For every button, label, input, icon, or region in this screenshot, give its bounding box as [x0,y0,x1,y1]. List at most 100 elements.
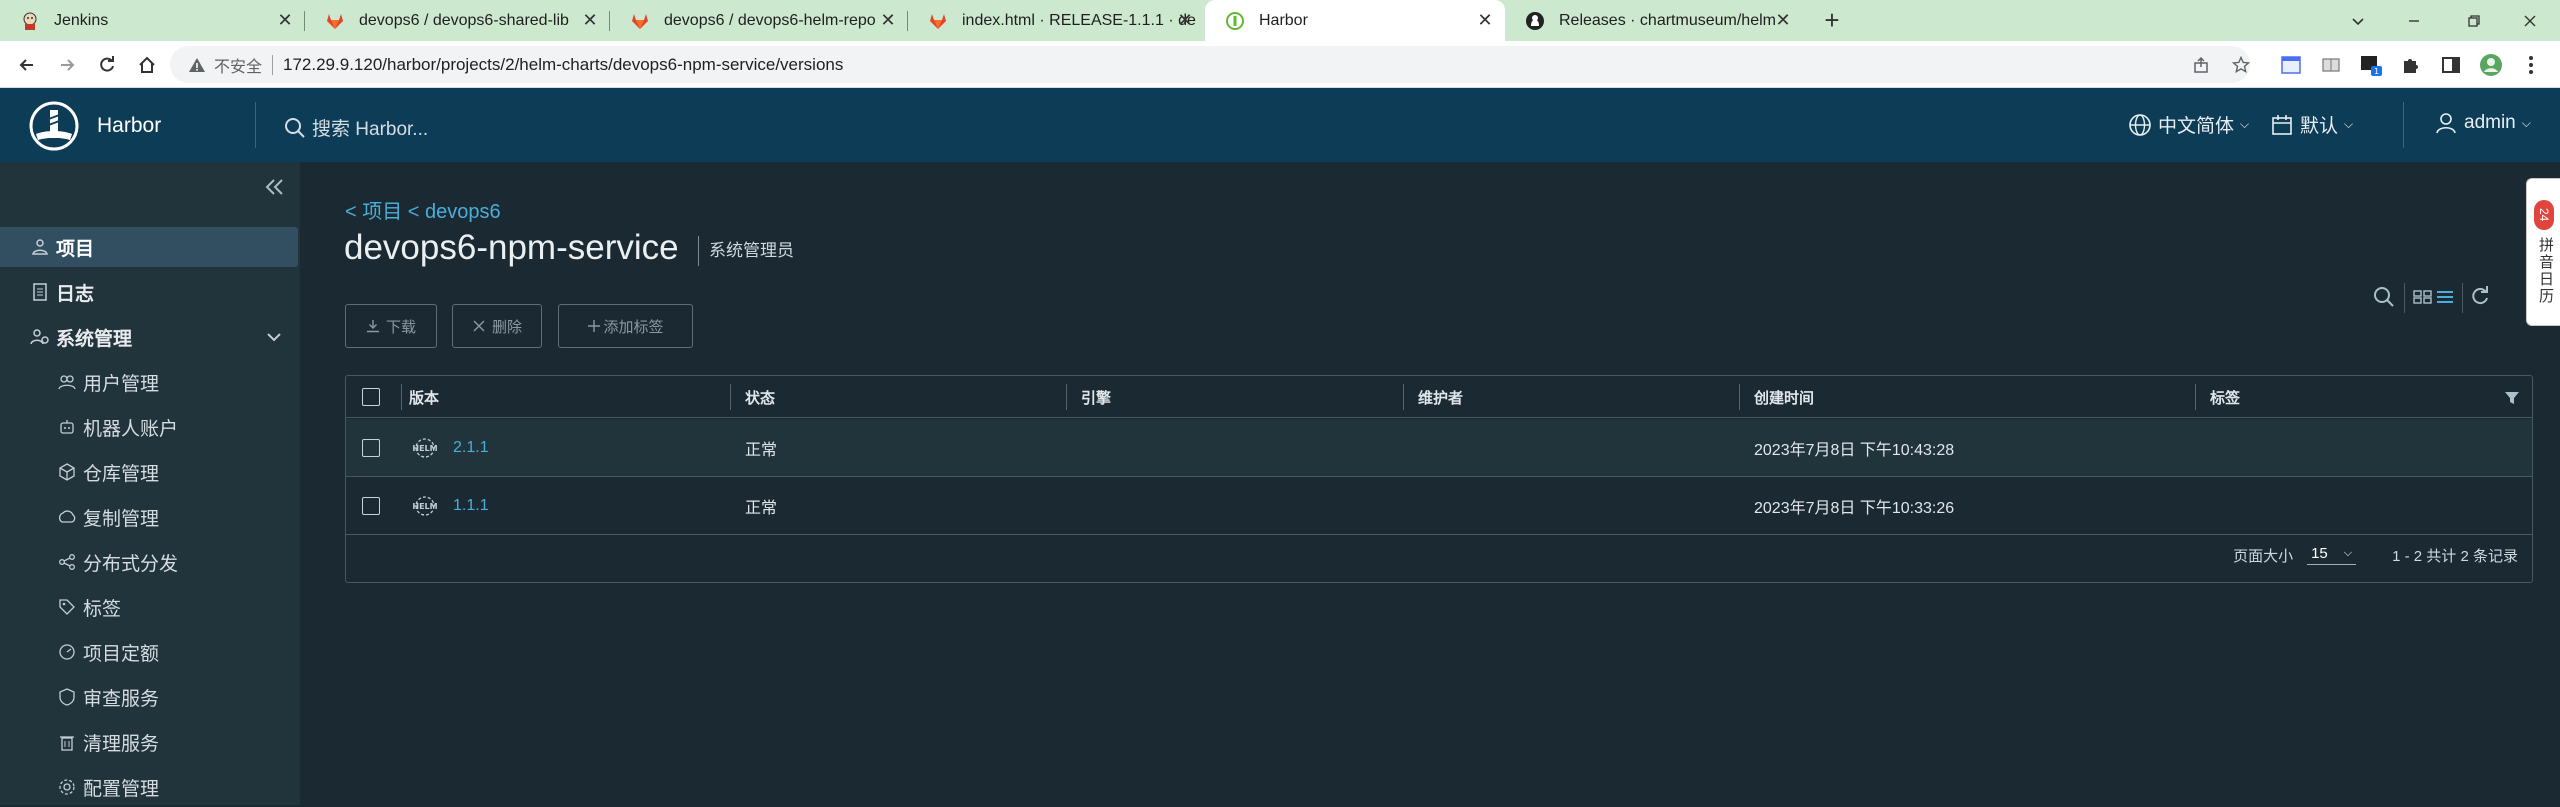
restore-icon[interactable] [2444,0,2504,41]
harbor-header: Harbor 搜索 Harbor... 中文简体 ⌵ 默认 ⌵ admin ⌵ [0,88,2560,162]
browser-tab-index-html[interactable]: index.html · RELEASE-1.1.1 · de ✕ [908,0,1205,41]
browser-tab-helm-repo[interactable]: devops6 / devops6-helm-repo ✕ [610,0,908,41]
sidebar-item-labels[interactable]: 标签 [0,587,300,627]
date-format-label: 默认 [2300,116,2339,137]
browser-menu-icon[interactable] [2518,52,2544,78]
sidebar-item-projects[interactable]: 项目 [0,227,298,267]
close-icon[interactable]: ✕ [580,10,600,30]
breadcrumb[interactable]: < 项目 < devops6 [345,195,501,224]
add-label-button[interactable]: 添加标签 [558,304,693,348]
sidebar-item-replications[interactable]: 复制管理 [0,497,300,537]
sidebar-item-robot-accounts[interactable]: 机器人账户 [0,407,300,447]
browser-tab-harbor[interactable]: Harbor ✕ [1205,0,1505,41]
url-text[interactable]: 172.29.9.120/harbor/projects/2/helm-char… [283,55,843,75]
close-icon[interactable]: ✕ [1475,10,1495,30]
delete-label: 删除 [491,318,522,336]
sidebar-item-label: 清理服务 [83,733,160,755]
sidebar-item-interrogation-services[interactable]: 审查服务 [0,677,300,717]
page-size-select[interactable]: 15 ⌵ [2307,545,2357,565]
robot-icon [57,417,77,437]
browser-tab-jenkins[interactable]: Jenkins ✕ [0,0,305,41]
extension-reader-icon[interactable] [2318,52,2344,78]
address-bar[interactable]: 不安全 172.29.9.120/harbor/projects/2/helm-… [170,46,2250,83]
sidebar-item-registries[interactable]: 仓库管理 [0,452,300,492]
home-icon[interactable] [132,50,162,80]
new-tab-button[interactable]: + [1818,7,1846,35]
chevron-down-icon[interactable] [264,327,284,347]
app-name[interactable]: Harbor [97,114,161,138]
column-divider [1739,384,1740,410]
browser-tab-shared-lib[interactable]: devops6 / devops6-shared-lib ✕ [305,0,610,41]
collapse-sidebar-icon[interactable] [262,174,288,200]
sidebar-item-label: 项目定额 [83,643,160,665]
side-panel-icon[interactable] [2438,52,2464,78]
warning-icon[interactable] [188,56,206,74]
user-dropdown[interactable]: admin ⌵ [2434,111,2531,135]
extensions-puzzle-icon[interactable] [2398,52,2424,78]
forward-icon[interactable] [52,50,82,80]
share-icon[interactable] [2186,50,2216,80]
close-icon[interactable]: ✕ [1175,10,1195,30]
column-header-status[interactable]: 状态 [745,376,775,418]
version-link[interactable]: 1.1.1 [453,497,489,515]
search-icon[interactable] [2370,283,2398,311]
global-search[interactable]: 搜索 Harbor... [284,114,428,141]
search-icon [285,117,305,138]
close-icon[interactable]: ✕ [878,10,898,30]
reload-icon[interactable] [92,50,122,80]
calendar-widget-tab[interactable]: 24 拼音日历 [2526,178,2560,326]
sidebar-item-label: 审查服务 [83,688,160,710]
search-placeholder[interactable]: 搜索 Harbor... [312,114,428,141]
project-icon [30,237,50,257]
sidebar-item-project-quotas[interactable]: 项目定额 [0,632,300,672]
sidebar-item-administration[interactable]: 系统管理 [0,317,300,357]
extension-calendar-icon[interactable] [2278,52,2304,78]
insecure-label[interactable]: 不安全 [214,53,262,77]
table-row[interactable]: HELM 1.1.1 正常 2023年7月8日 下午10:33:26 [346,477,2532,535]
minimize-icon[interactable] [2384,0,2444,41]
version-link[interactable]: 2.1.1 [453,439,489,457]
sidebar-item-configuration[interactable]: 配置管理 [0,767,300,807]
date-format-dropdown[interactable]: 默认 ⌵ [2270,111,2353,138]
github-icon [1525,11,1545,31]
list-view-icon[interactable] [2434,283,2456,311]
close-icon[interactable]: ✕ [1773,10,1793,30]
row-checkbox[interactable] [362,497,380,515]
sidebar-item-distributions[interactable]: 分布式分发 [0,542,300,582]
profile-avatar-icon[interactable] [2478,52,2504,78]
sidebar-item-clean-up[interactable]: 清理服务 [0,722,300,762]
back-icon[interactable] [12,50,42,80]
browser-tab-chartmuseum[interactable]: Releases · chartmuseum/helm ✕ [1505,0,1803,41]
select-all-checkbox[interactable] [362,388,380,406]
column-header-labels[interactable]: 标签 [2210,376,2240,418]
extension-badge-icon[interactable]: 1 [2358,52,2384,78]
bookmark-star-icon[interactable] [2226,50,2256,80]
column-header-maintainer[interactable]: 维护者 [1418,376,1463,418]
language-dropdown[interactable]: 中文简体 ⌵ [2128,111,2249,138]
column-divider [2195,384,2196,410]
table-row[interactable]: HELM 2.1.1 正常 2023年7月8日 下午10:43:28 [346,419,2532,477]
delete-button[interactable]: 删除 [452,304,542,348]
card-view-icon[interactable] [2412,283,2434,311]
close-icon[interactable]: ✕ [275,10,295,30]
download-button[interactable]: 下载 [345,304,437,348]
filter-icon[interactable] [2504,390,2520,406]
refresh-icon[interactable] [2466,283,2494,311]
sidebar-item-label: 机器人账户 [83,418,179,440]
chart-versions-table: 版本 状态 引擎 维护者 创建时间 标签 HELM 2.1.1 正常 2023年… [345,375,2533,583]
status-cell: 正常 [745,442,778,459]
window-close-icon[interactable] [2500,0,2560,41]
column-header-created[interactable]: 创建时间 [1754,376,1814,418]
gitlab-icon [630,11,650,31]
sidebar-item-users[interactable]: 用户管理 [0,362,300,402]
language-label: 中文简体 [2158,116,2235,137]
row-checkbox[interactable] [362,439,380,457]
gitlab-icon [325,11,345,31]
config-icon [57,777,77,797]
column-header-engine[interactable]: 引擎 [1081,376,1111,418]
harbor-logo-icon[interactable] [28,100,80,152]
tab-search-icon[interactable] [2328,0,2388,41]
column-header-version[interactable]: 版本 [409,376,439,418]
sidebar-item-logs[interactable]: 日志 [0,272,300,312]
version-cell: HELM 1.1.1 [409,477,489,535]
